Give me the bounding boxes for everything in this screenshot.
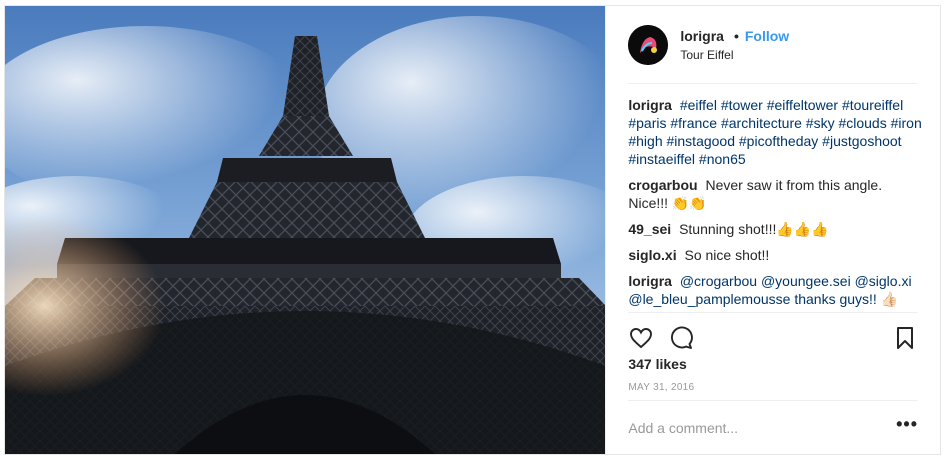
comment-input[interactable] xyxy=(628,419,897,436)
bookmark-icon[interactable] xyxy=(892,325,918,351)
follow-button[interactable]: Follow xyxy=(745,28,789,44)
comment-item: lorigra @crogarbou @youngee.sei @siglo.x… xyxy=(628,272,922,308)
caption-hashtags[interactable]: #eiffel #tower #eiffeltower #toureiffel … xyxy=(628,97,921,167)
post-photo[interactable] xyxy=(5,6,606,454)
action-bar xyxy=(628,312,918,362)
comment-text: So nice shot!! xyxy=(684,247,770,263)
comment-icon[interactable] xyxy=(668,325,694,351)
heart-icon[interactable] xyxy=(628,325,654,351)
caption: lorigra #eiffel #tower #eiffeltower #tou… xyxy=(628,96,922,168)
comment-item: siglo.xi So nice shot!! xyxy=(628,246,922,264)
comment-username[interactable]: 49_sei xyxy=(628,221,671,237)
location-link[interactable]: Tour Eiffel xyxy=(680,48,789,62)
comment-username[interactable]: siglo.xi xyxy=(628,247,676,263)
comment-username[interactable]: lorigra xyxy=(628,273,672,289)
comment-item: 49_sei Stunning shot!!!👍👍👍 xyxy=(628,220,922,238)
post-header: lorigra • Follow Tour Eiffel xyxy=(628,6,918,84)
avatar-image xyxy=(628,24,669,65)
avatar[interactable] xyxy=(628,24,669,65)
comments-list[interactable]: lorigra #eiffel #tower #eiffeltower #tou… xyxy=(628,96,922,312)
post-sidebar: lorigra • Follow Tour Eiffel lorigra #ei… xyxy=(605,6,940,454)
caption-username[interactable]: lorigra xyxy=(628,97,672,113)
add-comment-bar: ••• xyxy=(628,400,918,454)
post-date[interactable]: MAY 31, 2016 xyxy=(628,382,694,393)
header-text: lorigra • Follow Tour Eiffel xyxy=(680,28,789,62)
comment-item: crogarbou Never saw it from this angle. … xyxy=(628,176,922,212)
more-options-icon[interactable]: ••• xyxy=(896,415,918,437)
header-separator: • xyxy=(733,27,739,44)
header-username[interactable]: lorigra xyxy=(680,28,724,44)
header-top-row: lorigra • Follow xyxy=(680,28,789,44)
instagram-post: lorigra • Follow Tour Eiffel lorigra #ei… xyxy=(4,5,941,455)
likes-count[interactable]: 347 likes xyxy=(628,356,686,372)
comment-text: Stunning shot!!!👍👍👍 xyxy=(679,221,829,237)
eiffel-tower-image xyxy=(5,6,606,454)
comment-username[interactable]: crogarbou xyxy=(628,177,697,193)
